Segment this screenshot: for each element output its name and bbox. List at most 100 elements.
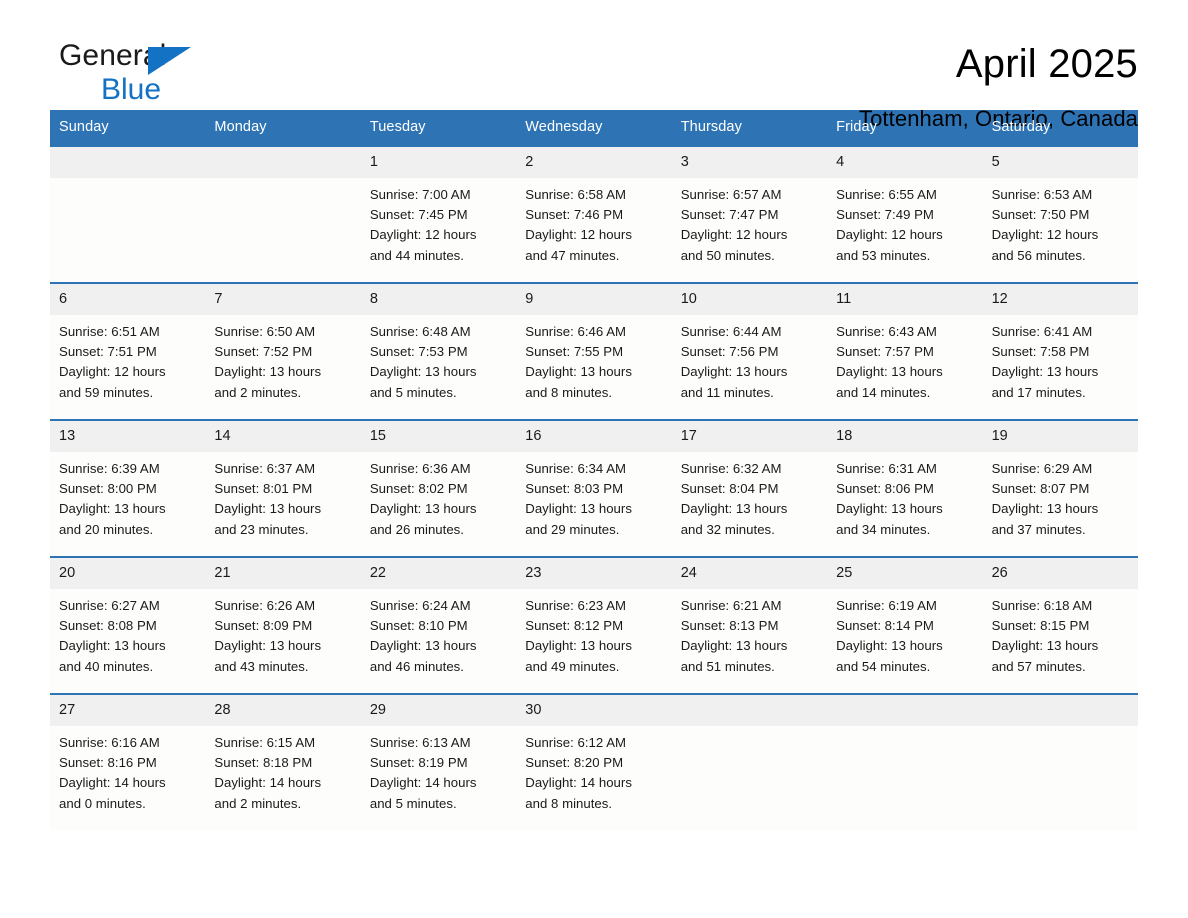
day-number[interactable]: 13	[50, 421, 205, 452]
day-cell[interactable]: Sunrise: 6:53 AM Sunset: 7:50 PM Dayligh…	[983, 178, 1138, 282]
week-detail-band: Sunrise: 6:16 AM Sunset: 8:16 PM Dayligh…	[50, 726, 1138, 830]
day-cell[interactable]: Sunrise: 6:16 AM Sunset: 8:16 PM Dayligh…	[50, 726, 205, 830]
day-number[interactable]: 12	[983, 284, 1138, 315]
day-number[interactable]: 16	[516, 421, 671, 452]
week-detail-band: Sunrise: 6:27 AM Sunset: 8:08 PM Dayligh…	[50, 589, 1138, 693]
day-cell[interactable]: Sunrise: 6:51 AM Sunset: 7:51 PM Dayligh…	[50, 315, 205, 419]
day-number[interactable]: 9	[516, 284, 671, 315]
day-sun-info: Sunrise: 6:55 AM Sunset: 7:49 PM Dayligh…	[836, 187, 943, 263]
day-number[interactable]: 8	[361, 284, 516, 315]
week-detail-band: Sunrise: 7:00 AM Sunset: 7:45 PM Dayligh…	[50, 178, 1138, 282]
day-sun-info: Sunrise: 6:51 AM Sunset: 7:51 PM Dayligh…	[59, 324, 166, 400]
day-cell[interactable]: Sunrise: 6:57 AM Sunset: 7:47 PM Dayligh…	[672, 178, 827, 282]
calendar-week-row: 27 28 29 30 Sunrise: 6:16 AM Sunset: 8:1…	[50, 693, 1138, 830]
day-cell[interactable]: Sunrise: 6:19 AM Sunset: 8:14 PM Dayligh…	[827, 589, 982, 693]
day-number[interactable]: 24	[672, 558, 827, 589]
day-number[interactable]	[983, 695, 1138, 726]
day-sun-info: Sunrise: 6:41 AM Sunset: 7:58 PM Dayligh…	[991, 324, 1099, 400]
day-cell[interactable]: Sunrise: 6:15 AM Sunset: 8:18 PM Dayligh…	[205, 726, 360, 830]
day-number[interactable]: 25	[827, 558, 982, 589]
day-cell[interactable]: Sunrise: 6:18 AM Sunset: 8:15 PM Dayligh…	[983, 589, 1138, 693]
day-number[interactable]: 29	[361, 695, 516, 726]
day-cell[interactable]: Sunrise: 6:21 AM Sunset: 8:13 PM Dayligh…	[672, 589, 827, 693]
day-number[interactable]: 11	[827, 284, 982, 315]
day-sun-info: Sunrise: 6:53 AM Sunset: 7:50 PM Dayligh…	[991, 187, 1099, 263]
day-cell[interactable]: Sunrise: 6:27 AM Sunset: 8:08 PM Dayligh…	[50, 589, 205, 693]
day-sun-info: Sunrise: 6:21 AM Sunset: 8:13 PM Dayligh…	[680, 598, 788, 674]
day-sun-info: Sunrise: 6:50 AM Sunset: 7:52 PM Dayligh…	[214, 324, 322, 400]
day-sun-info: Sunrise: 6:23 AM Sunset: 8:12 PM Dayligh…	[525, 598, 632, 674]
day-number[interactable]: 4	[827, 147, 982, 178]
calendar-week-row: 6 7 8 9 10 11 12 Sunrise: 6:51 AM Sunset…	[50, 282, 1138, 419]
day-cell[interactable]: Sunrise: 6:24 AM Sunset: 8:10 PM Dayligh…	[361, 589, 516, 693]
day-cell[interactable]: Sunrise: 6:58 AM Sunset: 7:46 PM Dayligh…	[516, 178, 671, 282]
day-cell[interactable]	[50, 178, 205, 282]
day-number[interactable]	[672, 695, 827, 726]
day-number[interactable]: 17	[672, 421, 827, 452]
logo-text-blue: Blue	[101, 73, 162, 106]
calendar-table: Sunday Monday Tuesday Wednesday Thursday…	[50, 110, 1138, 830]
day-sun-info: Sunrise: 6:31 AM Sunset: 8:06 PM Dayligh…	[836, 461, 943, 537]
day-cell[interactable]: Sunrise: 6:26 AM Sunset: 8:09 PM Dayligh…	[205, 589, 360, 693]
blue-triangle-icon	[148, 47, 191, 75]
day-sun-info: Sunrise: 6:12 AM Sunset: 8:20 PM Dayligh…	[525, 735, 632, 811]
day-number[interactable]: 20	[50, 558, 205, 589]
day-cell[interactable]: Sunrise: 6:50 AM Sunset: 7:52 PM Dayligh…	[205, 315, 360, 419]
day-cell[interactable]: Sunrise: 6:43 AM Sunset: 7:57 PM Dayligh…	[827, 315, 982, 419]
day-cell[interactable]	[827, 726, 982, 830]
day-number[interactable]: 18	[827, 421, 982, 452]
day-number[interactable]	[827, 695, 982, 726]
day-sun-info: Sunrise: 6:57 AM Sunset: 7:47 PM Dayligh…	[680, 187, 788, 263]
day-sun-info: Sunrise: 6:58 AM Sunset: 7:46 PM Dayligh…	[525, 187, 632, 263]
week-date-band: 13 14 15 16 17 18 19	[50, 421, 1138, 452]
weekday-header-row: Sunday Monday Tuesday Wednesday Thursday…	[50, 110, 1138, 145]
day-number[interactable]: 2	[516, 147, 671, 178]
day-number[interactable]: 3	[672, 147, 827, 178]
day-number[interactable]	[205, 147, 360, 178]
day-cell[interactable]: Sunrise: 7:00 AM Sunset: 7:45 PM Dayligh…	[361, 178, 516, 282]
day-number[interactable]: 1	[361, 147, 516, 178]
day-cell[interactable]: Sunrise: 6:32 AM Sunset: 8:04 PM Dayligh…	[672, 452, 827, 556]
day-number[interactable]: 19	[983, 421, 1138, 452]
day-cell[interactable]: Sunrise: 6:12 AM Sunset: 8:20 PM Dayligh…	[516, 726, 671, 830]
day-number[interactable]: 30	[516, 695, 671, 726]
day-cell[interactable]: Sunrise: 6:48 AM Sunset: 7:53 PM Dayligh…	[361, 315, 516, 419]
day-cell[interactable]: Sunrise: 6:13 AM Sunset: 8:19 PM Dayligh…	[361, 726, 516, 830]
day-sun-info: Sunrise: 6:29 AM Sunset: 8:07 PM Dayligh…	[991, 461, 1099, 537]
day-number[interactable]: 7	[205, 284, 360, 315]
day-number[interactable]: 15	[361, 421, 516, 452]
day-cell[interactable]	[205, 178, 360, 282]
day-number[interactable]	[50, 147, 205, 178]
day-cell[interactable]: Sunrise: 6:46 AM Sunset: 7:55 PM Dayligh…	[516, 315, 671, 419]
day-number[interactable]: 14	[205, 421, 360, 452]
page-title: April 2025	[955, 42, 1138, 86]
day-number[interactable]: 5	[983, 147, 1138, 178]
day-cell[interactable]: Sunrise: 6:31 AM Sunset: 8:06 PM Dayligh…	[827, 452, 982, 556]
calendar-page: General Blue April 2025 Tottenham, Ontar…	[0, 0, 1188, 918]
day-cell[interactable]: Sunrise: 6:29 AM Sunset: 8:07 PM Dayligh…	[983, 452, 1138, 556]
day-cell[interactable]	[983, 726, 1138, 830]
day-cell[interactable]	[672, 726, 827, 830]
day-number[interactable]: 28	[205, 695, 360, 726]
weekday-thursday: Thursday	[680, 119, 742, 135]
day-number[interactable]: 21	[205, 558, 360, 589]
day-sun-info: Sunrise: 7:00 AM Sunset: 7:45 PM Dayligh…	[369, 187, 477, 263]
day-sun-info: Sunrise: 6:27 AM Sunset: 8:08 PM Dayligh…	[59, 598, 166, 674]
day-sun-info: Sunrise: 6:39 AM Sunset: 8:00 PM Dayligh…	[59, 461, 166, 537]
day-cell[interactable]: Sunrise: 6:44 AM Sunset: 7:56 PM Dayligh…	[672, 315, 827, 419]
day-number[interactable]: 10	[672, 284, 827, 315]
day-cell[interactable]: Sunrise: 6:41 AM Sunset: 7:58 PM Dayligh…	[983, 315, 1138, 419]
day-cell[interactable]: Sunrise: 6:23 AM Sunset: 8:12 PM Dayligh…	[516, 589, 671, 693]
day-number[interactable]: 6	[50, 284, 205, 315]
day-cell[interactable]: Sunrise: 6:34 AM Sunset: 8:03 PM Dayligh…	[516, 452, 671, 556]
day-cell[interactable]: Sunrise: 6:55 AM Sunset: 7:49 PM Dayligh…	[827, 178, 982, 282]
day-number[interactable]: 23	[516, 558, 671, 589]
day-number[interactable]: 27	[50, 695, 205, 726]
week-detail-band: Sunrise: 6:39 AM Sunset: 8:00 PM Dayligh…	[50, 452, 1138, 556]
day-number[interactable]: 22	[361, 558, 516, 589]
day-cell[interactable]: Sunrise: 6:37 AM Sunset: 8:01 PM Dayligh…	[205, 452, 360, 556]
day-number[interactable]: 26	[983, 558, 1138, 589]
day-cell[interactable]: Sunrise: 6:36 AM Sunset: 8:02 PM Dayligh…	[361, 452, 516, 556]
day-sun-info: Sunrise: 6:26 AM Sunset: 8:09 PM Dayligh…	[214, 598, 322, 674]
day-cell[interactable]: Sunrise: 6:39 AM Sunset: 8:00 PM Dayligh…	[50, 452, 205, 556]
